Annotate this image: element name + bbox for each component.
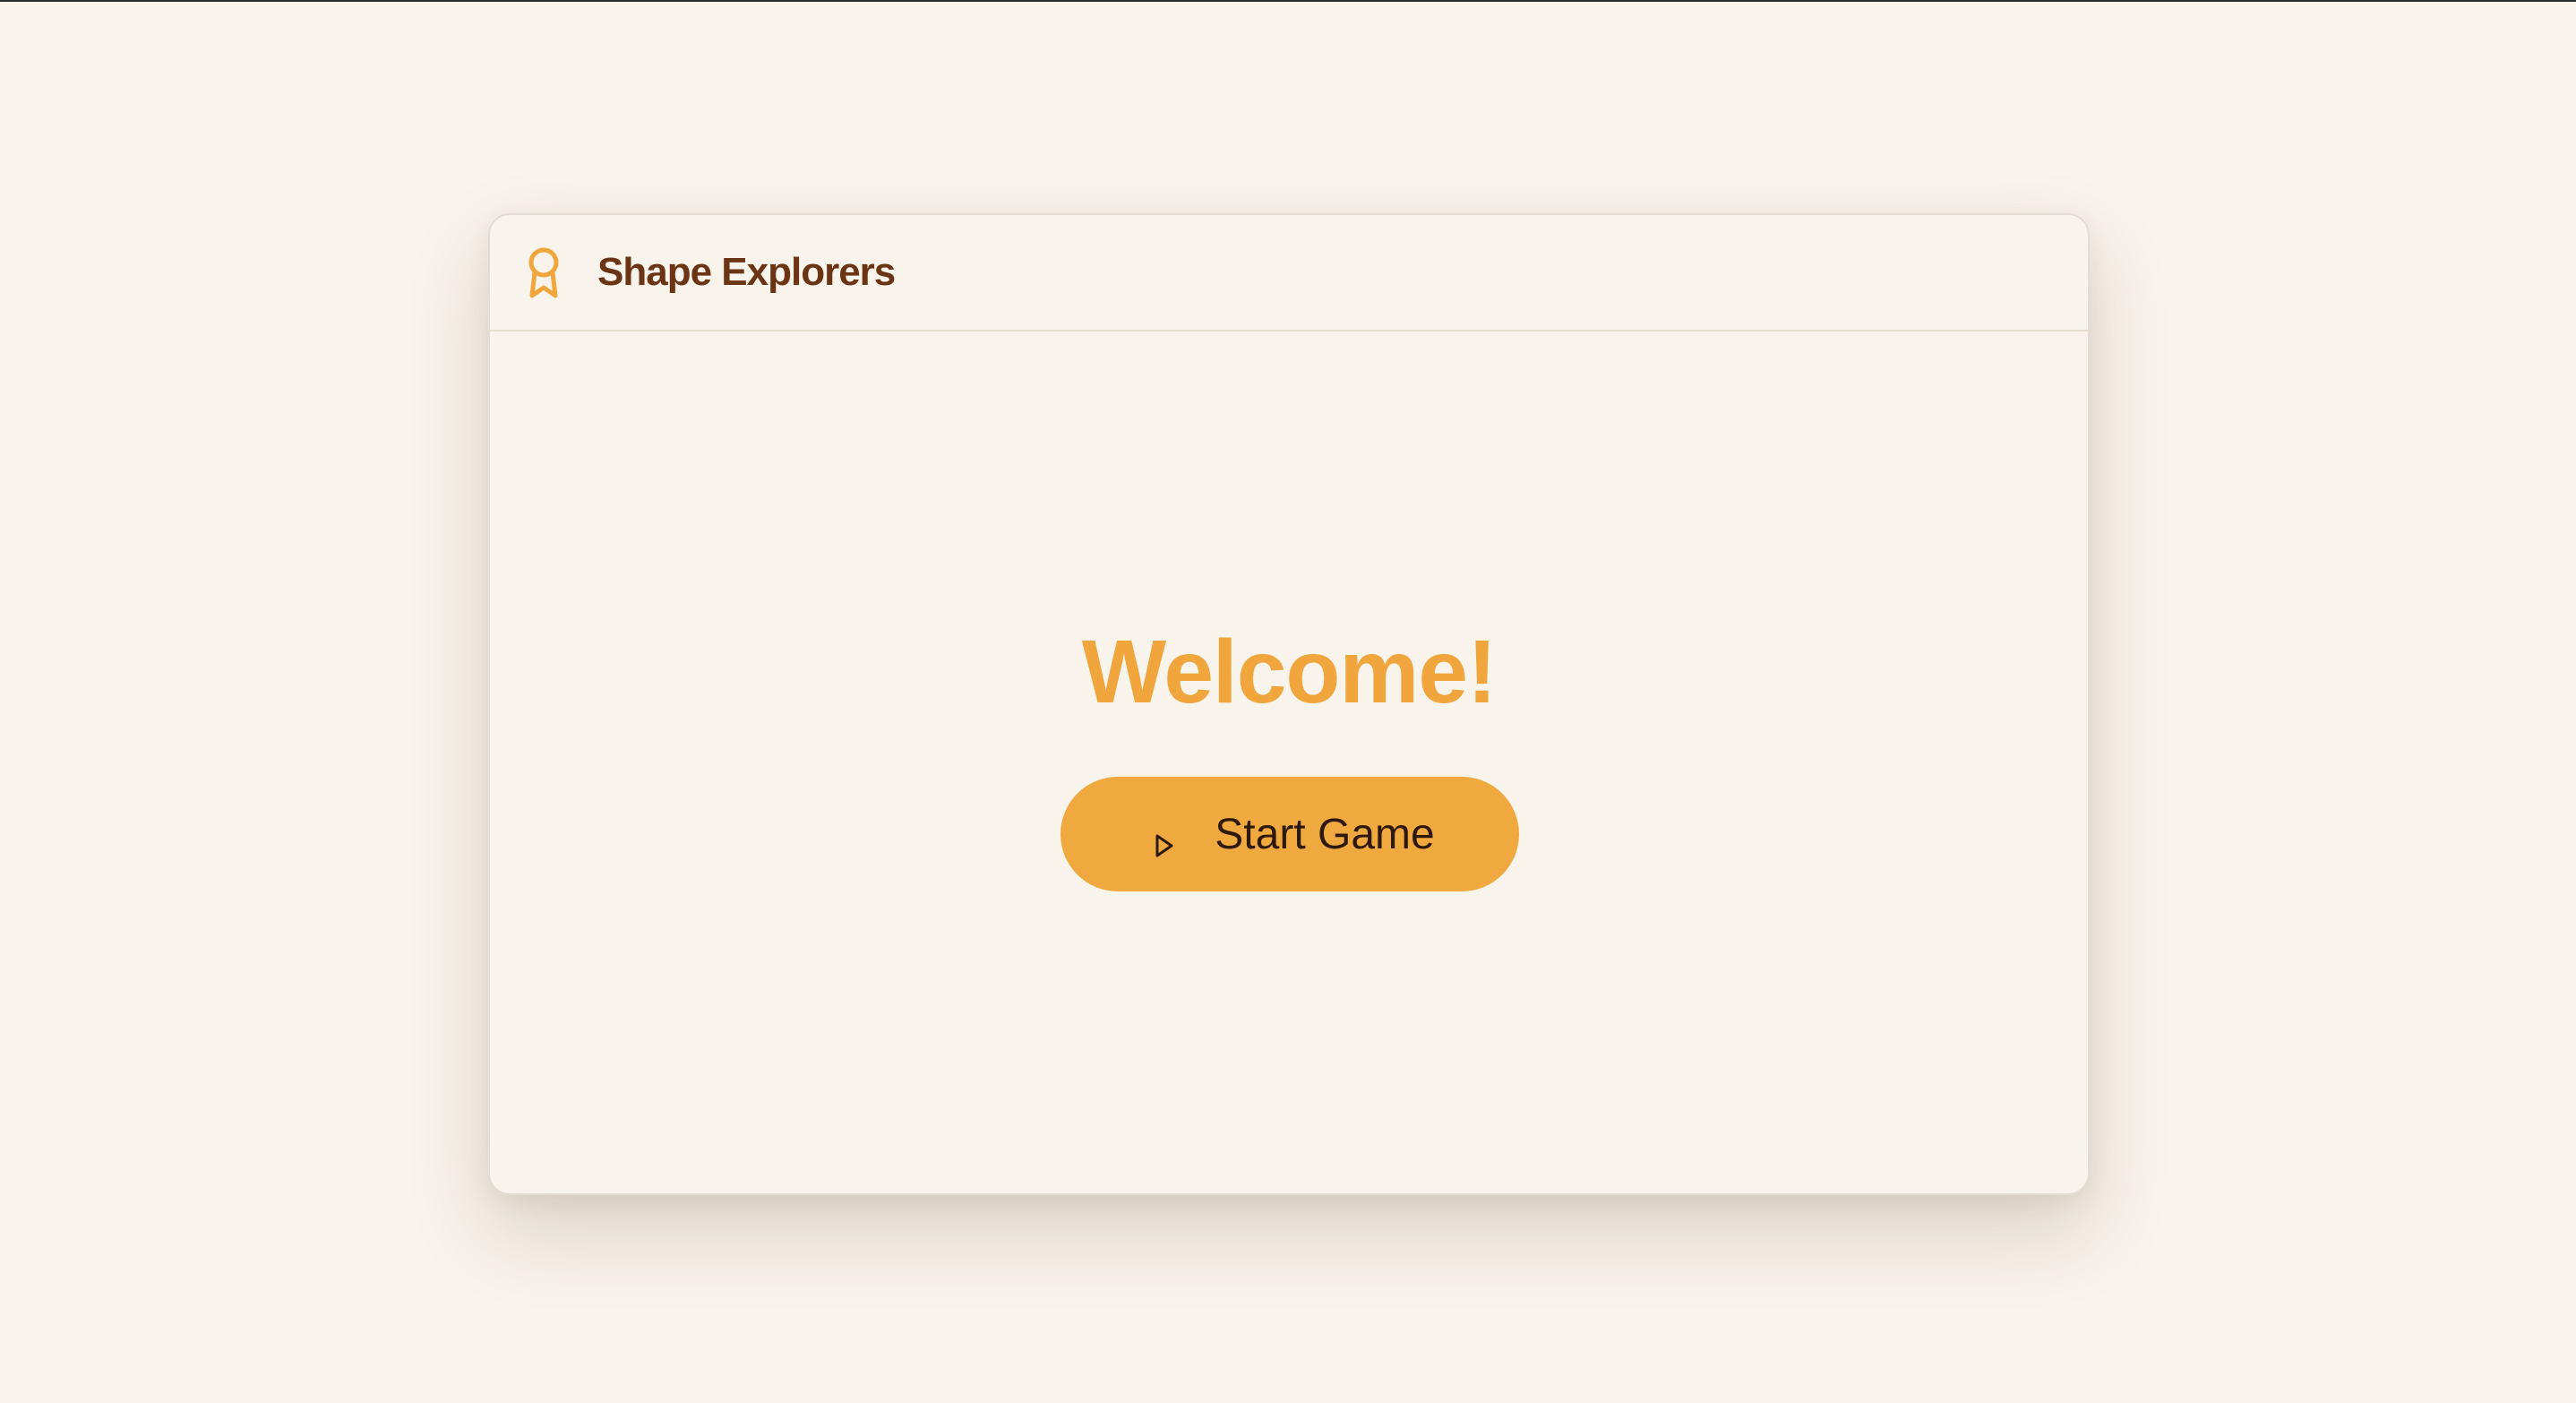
app-window: Shape Explorers Welcome! Start Game <box>488 213 2090 1195</box>
app-title: Shape Explorers <box>597 250 896 294</box>
top-border <box>0 0 2576 2</box>
award-ribbon-icon <box>524 245 563 299</box>
welcome-heading: Welcome! <box>1081 622 1498 722</box>
play-icon <box>1154 821 1175 857</box>
app-header: Shape Explorers <box>490 215 2088 331</box>
start-game-label: Start Game <box>1215 810 1435 858</box>
start-game-button[interactable]: Start Game <box>1060 777 1519 891</box>
